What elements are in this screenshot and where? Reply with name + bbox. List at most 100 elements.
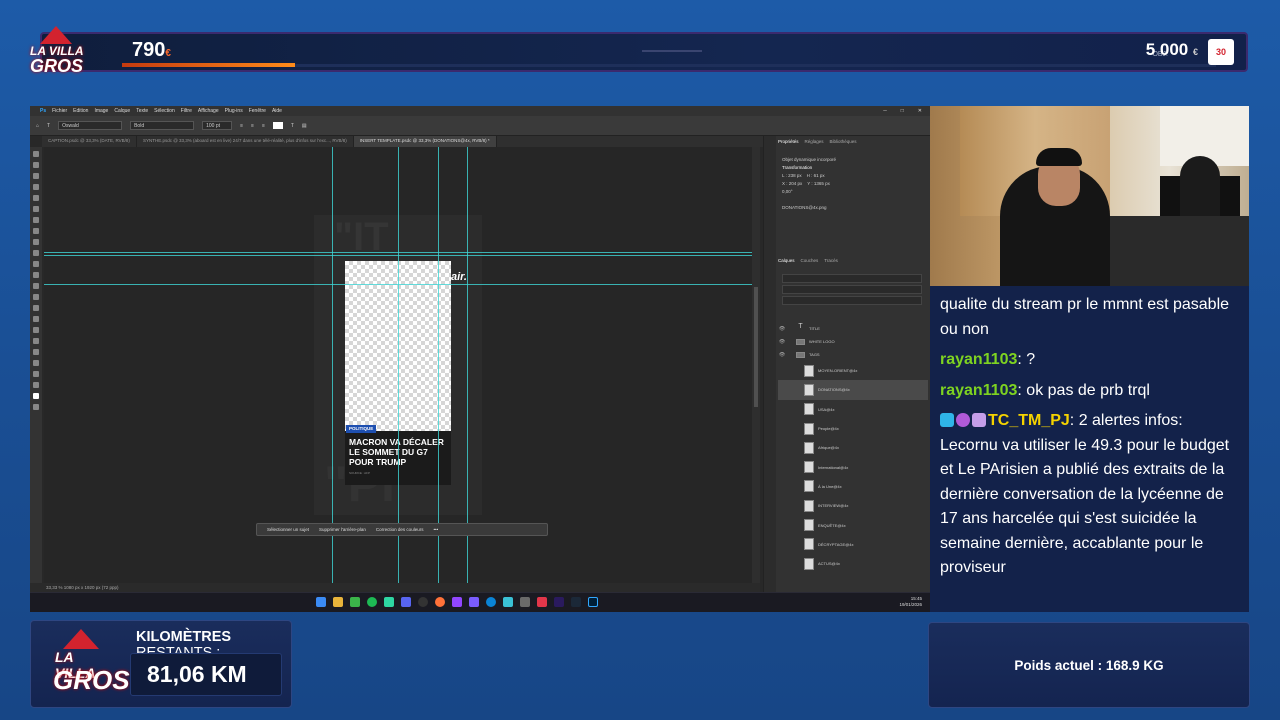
layer-row[interactable]: 👁 TAGS [778, 348, 928, 361]
eyedropper-tool-icon[interactable] [33, 217, 39, 223]
quick-mask-icon[interactable] [33, 404, 39, 410]
warp-text-icon[interactable]: T [291, 123, 294, 129]
guide-line[interactable] [44, 284, 752, 285]
edge-icon[interactable] [486, 597, 496, 607]
tab-insert-template[interactable]: INSERT TEMPLATE.psdc @ 33,3% (DONATIONS@… [353, 136, 497, 147]
lock-controls[interactable] [782, 296, 922, 305]
chat-username[interactable]: TC_TM_PJ [988, 412, 1070, 429]
y-field[interactable]: Y : 1365 px [807, 181, 830, 186]
close-icon[interactable]: ✕ [918, 108, 922, 114]
chat-username[interactable]: rayan1103 [940, 351, 1017, 368]
menu-item[interactable]: Filtre [181, 108, 192, 114]
guide-line[interactable] [438, 147, 439, 583]
guide-line[interactable] [332, 147, 333, 583]
menu-item[interactable]: Fichier [52, 108, 67, 114]
dodge-tool-icon[interactable] [33, 305, 39, 311]
layer-row[interactable]: DÉCRYPTAGE@4x [778, 535, 928, 554]
minimize-icon[interactable]: ─ [883, 108, 887, 114]
stamp-tool-icon[interactable] [33, 250, 39, 256]
layer-kind-filter[interactable] [782, 274, 922, 283]
steam-icon[interactable] [571, 597, 581, 607]
font-style-select[interactable]: Bold [130, 121, 195, 130]
tab-synthe[interactable]: SYNTHE.psdc @ 33,3% (aboard est en live)… [137, 136, 354, 147]
shape-tool-icon[interactable] [33, 349, 39, 355]
photoshop-icon[interactable] [588, 597, 598, 607]
visibility-icon[interactable]: 👁 [778, 352, 786, 358]
obs-icon[interactable] [418, 597, 428, 607]
vertical-scrollbar[interactable] [752, 147, 760, 583]
visibility-icon[interactable]: 👁 [778, 339, 786, 345]
visibility-icon[interactable]: 👁 [778, 326, 786, 332]
healing-tool-icon[interactable] [33, 228, 39, 234]
tab-channels[interactable]: Couches [801, 258, 819, 263]
menu-item[interactable]: Plug-ins [225, 108, 243, 114]
width-field[interactable]: L : 238 px [782, 173, 802, 178]
canvas-area[interactable]: "IT "PI air. POLITIQUE MACRON VA DÉCALER… [44, 147, 752, 583]
file-explorer-icon[interactable] [333, 597, 343, 607]
layer-row[interactable]: ENQUÊTE@4x [778, 515, 928, 534]
gradient-tool-icon[interactable] [33, 283, 39, 289]
color-swatch[interactable] [272, 122, 283, 129]
frame-tool-icon[interactable] [33, 206, 39, 212]
blur-tool-icon[interactable] [33, 294, 39, 300]
layer-row[interactable]: Afrique@4x [778, 438, 928, 457]
color-correction-button[interactable]: Correction des couleurs [376, 527, 424, 532]
tab-paths[interactable]: Tracés [824, 258, 838, 263]
crop-tool-icon[interactable] [33, 195, 39, 201]
maps-icon[interactable] [537, 597, 547, 607]
layer-row[interactable]: DONATIONS@4x [778, 380, 928, 400]
lasso-tool-icon[interactable] [33, 173, 39, 179]
spotify-icon[interactable] [367, 597, 377, 607]
layer-row[interactable]: À la Une@4x [778, 477, 928, 496]
layer-row[interactable]: 👁 T TITLE [778, 322, 928, 335]
color-swatches-icon[interactable] [33, 393, 39, 399]
select-tool-icon[interactable] [33, 184, 39, 190]
guide-line[interactable] [467, 147, 468, 583]
height-field[interactable]: H : 61 px [807, 173, 825, 178]
font-size-field[interactable]: 100 pt [202, 121, 233, 130]
layer-row[interactable]: MOYEN-ORIENT@4x [778, 361, 928, 380]
menu-item[interactable]: Sélection [154, 108, 175, 114]
tab-layers[interactable]: Calques [778, 258, 795, 263]
tab-libraries[interactable]: Bibliothèques [830, 139, 857, 144]
menu-item[interactable]: Texte [136, 108, 148, 114]
menu-item[interactable]: Aide [272, 108, 282, 114]
marquee-tool-icon[interactable] [33, 162, 39, 168]
guide-line[interactable] [398, 147, 399, 583]
app-grid-icon[interactable] [469, 597, 479, 607]
menu-item[interactable]: Image [94, 108, 108, 114]
tab-caption[interactable]: CAPTION.psdc @ 33,3% (DATE, RVB/8) [42, 136, 137, 147]
guide-line[interactable] [44, 252, 752, 253]
discord-icon[interactable] [401, 597, 411, 607]
select-subject-button[interactable]: Sélectionner un sujet [267, 527, 309, 532]
x-field[interactable]: X : 204 px [782, 181, 802, 186]
remove-background-button[interactable]: Supprimer l'arrière-plan [319, 527, 366, 532]
scroll-thumb[interactable] [754, 287, 758, 407]
chat-username[interactable]: rayan1103 [940, 382, 1017, 399]
menu-item[interactable]: Edition [73, 108, 88, 114]
menu-item[interactable]: Calque [114, 108, 130, 114]
windows-start-icon[interactable] [316, 597, 326, 607]
align-center-icon[interactable]: ≡ [251, 123, 254, 129]
type-tool-icon[interactable] [33, 327, 39, 333]
firefox-icon[interactable] [435, 597, 445, 607]
align-left-icon[interactable]: ≡ [240, 123, 243, 129]
layer-row[interactable]: USA@4x [778, 400, 928, 419]
history-brush-icon[interactable] [33, 261, 39, 267]
brush-tool-icon[interactable] [33, 239, 39, 245]
calculator-icon[interactable] [520, 597, 530, 607]
notes-icon[interactable] [503, 597, 513, 607]
system-tray[interactable]: 15:45 19/01/2026 [899, 596, 922, 608]
more-tools-icon[interactable] [33, 382, 39, 388]
layer-row[interactable]: People@4x [778, 419, 928, 438]
home-icon[interactable]: ⌂ [36, 123, 39, 129]
move-tool-icon[interactable] [33, 151, 39, 157]
premiere-icon[interactable] [554, 597, 564, 607]
layer-row[interactable]: 👁 WHITE LOGO [778, 335, 928, 348]
zoom-tool-icon[interactable] [33, 371, 39, 377]
chrome-icon[interactable] [350, 597, 360, 607]
blend-mode-select[interactable] [782, 285, 922, 294]
tab-properties[interactable]: Propriétés [778, 139, 799, 144]
angle-field[interactable]: 0,00° [782, 188, 836, 196]
menu-item[interactable]: Fenêtre [249, 108, 266, 114]
